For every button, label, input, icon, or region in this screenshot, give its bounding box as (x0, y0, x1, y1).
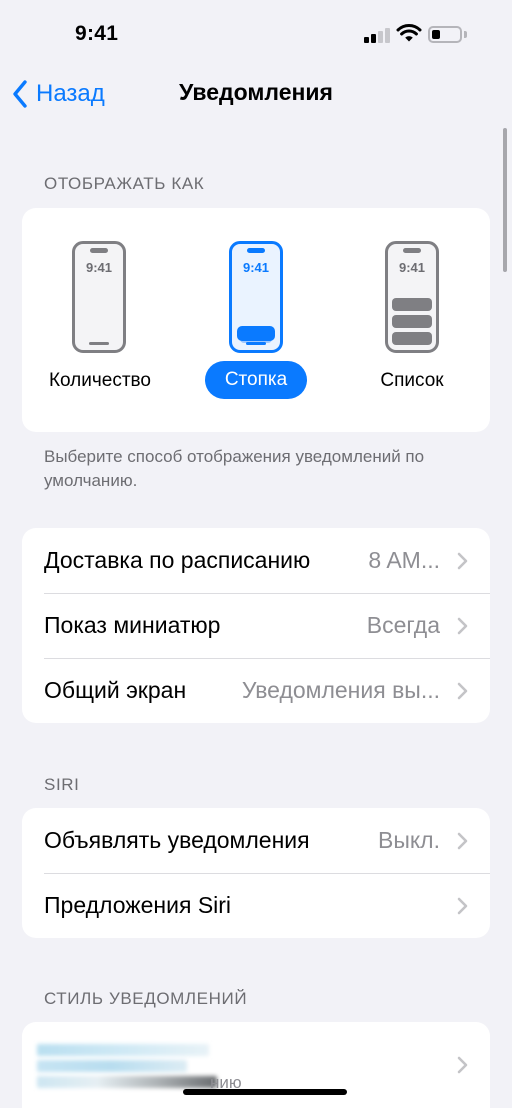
phone-preview-time: 9:41 (85, 260, 113, 275)
display-as-picker: 9:41 Количество 9:41 Стопка 9:41 Список (22, 208, 490, 432)
row-title: Объявлять уведомления (44, 827, 310, 853)
dynamic-island (403, 248, 421, 253)
siri-group: Объявлять уведомления Выкл. Предложения … (22, 808, 490, 938)
status-bar: 9:41 (0, 0, 512, 70)
battery-icon (428, 26, 462, 43)
row-title: Предложения Siri (44, 892, 232, 918)
list-notification (392, 298, 432, 311)
phone-preview-time: 9:41 (398, 260, 426, 275)
notification-style-header: СТИЛЬ УВЕДОМЛЕНИЙ (44, 989, 248, 1008)
row-title: Доставка по расписанию (44, 547, 311, 573)
row-value: Выкл. (377, 827, 440, 853)
home-indicator[interactable] (183, 1089, 347, 1095)
scroll-indicator[interactable] (503, 128, 507, 272)
display-option-label: Список (380, 370, 444, 391)
row-title: Показ миниатюр (44, 612, 221, 638)
cellular-signal-icon (364, 27, 390, 43)
notification-style-group (22, 1022, 490, 1108)
phone-preview-count: 9:41 (72, 241, 126, 353)
chevron-right-icon (457, 1056, 468, 1074)
chevron-right-icon (457, 617, 468, 635)
row-value: Уведомления вы... (241, 677, 440, 703)
show-previews-row[interactable]: Показ миниатюр Всегда (22, 593, 490, 658)
display-option-list[interactable]: 9:41 Список (334, 208, 490, 432)
display-option-label: Количество (48, 370, 152, 391)
status-time: 9:41 (75, 22, 119, 45)
display-option-count[interactable]: 9:41 Количество (22, 208, 178, 432)
wifi-icon (396, 24, 422, 42)
siri-header: SIRI (44, 775, 80, 794)
home-bar (89, 342, 109, 345)
announce-notifications-row[interactable]: Объявлять уведомления Выкл. (22, 808, 490, 873)
chevron-right-icon (457, 552, 468, 570)
display-as-header: ОТОБРАЖАТЬ КАК (44, 174, 205, 193)
display-as-footer: Выберите способ отображения уведомлений … (44, 447, 425, 490)
home-bar (402, 342, 422, 345)
row-value: Всегда (366, 612, 440, 638)
notifications-settings-screen: 9:41 Назад Уведомления ОТОБРАЖАТЬ КАК 9:… (0, 0, 512, 1108)
chevron-right-icon (457, 832, 468, 850)
chevron-right-icon (457, 682, 468, 700)
row-title: Общий экран (44, 677, 187, 703)
dynamic-island (90, 248, 108, 253)
scheduled-summary-row[interactable]: Доставка по расписанию 8 AM... (22, 528, 490, 593)
phone-preview-time: 9:41 (242, 260, 270, 275)
phone-preview-list: 9:41 (385, 241, 439, 353)
siri-suggestions-row[interactable]: Предложения Siri (22, 873, 490, 938)
page-title: Уведомления (179, 79, 333, 105)
screen-sharing-row[interactable]: Общий экран Уведомления вы... (22, 658, 490, 723)
list-notification (392, 315, 432, 328)
settings-group: Доставка по расписанию 8 AM... Показ мин… (22, 528, 490, 723)
app-notification-row[interactable] (22, 1022, 490, 1108)
home-bar (246, 342, 266, 345)
row-value: 8 AM... (368, 547, 440, 573)
phone-preview-stack: 9:41 (229, 241, 283, 353)
stacked-notification (237, 326, 275, 341)
display-option-label-selected: Стопка (205, 361, 307, 399)
display-option-stack[interactable]: 9:41 Стопка (178, 208, 334, 432)
battery-tip (464, 31, 467, 38)
dynamic-island (247, 248, 265, 253)
battery-level (432, 30, 440, 39)
chevron-right-icon (457, 897, 468, 915)
